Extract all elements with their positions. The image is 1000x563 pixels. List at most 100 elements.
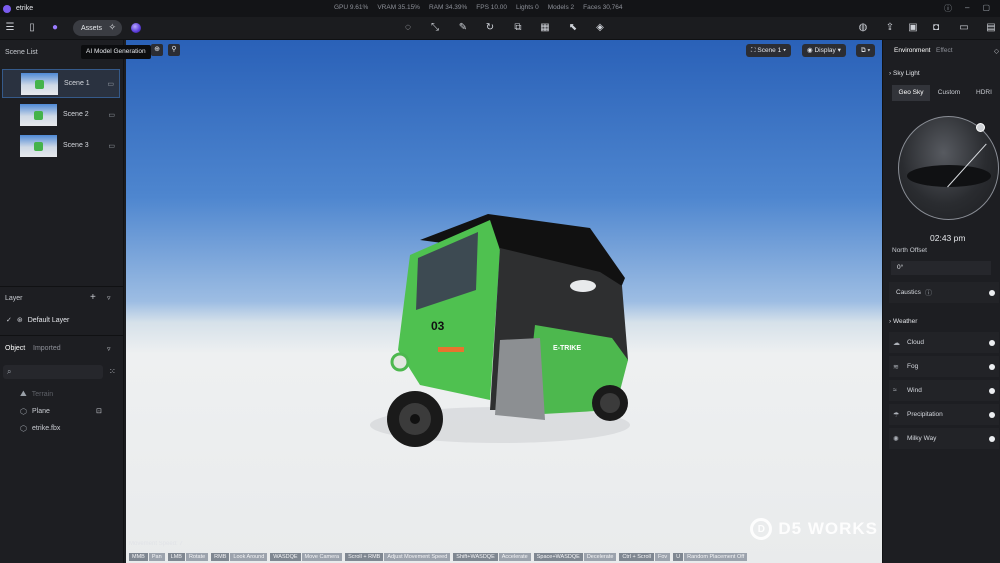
scene-thumbnail <box>21 72 58 95</box>
weather-label: Milky Way <box>907 435 937 442</box>
shortcut-action: Move Camera <box>301 553 343 561</box>
tab-environment[interactable]: Environment <box>894 47 931 54</box>
render-icon[interactable]: ▤ <box>985 22 997 34</box>
select-icon[interactable]: ⬉ <box>567 22 579 34</box>
grid-view-icon[interactable]: ⁙ <box>109 367 116 376</box>
tree-item-plane[interactable]: ⬡ Plane <box>20 407 50 416</box>
weather-wind-row: ≈ Wind <box>889 380 999 401</box>
performance-stats: GPU 9.61% VRAM 35.15% RAM 34.39% FPS 10.… <box>334 4 623 11</box>
tree-item-terrain[interactable]: ⛰ Terrain <box>20 389 53 399</box>
camera-icon[interactable]: ▭ <box>107 80 114 88</box>
scene-selector[interactable]: ⛶ Scene 1 ▾ <box>746 44 792 57</box>
shortcut-action: Rotate <box>185 553 209 561</box>
file-icon[interactable]: ▯ <box>26 22 38 34</box>
object-search-input[interactable]: ⌕ <box>3 365 103 379</box>
weather-label: Cloud <box>907 339 924 346</box>
texture-icon[interactable]: ▦ <box>539 22 551 34</box>
camera-icon[interactable]: ◘ <box>930 22 942 34</box>
layers-icon[interactable]: ◈ <box>594 22 606 34</box>
stat-fps: FPS 10.00 <box>476 4 507 11</box>
cube-icon: ⬡ <box>20 407 27 416</box>
ai-icon[interactable]: ● <box>49 22 61 34</box>
layer-menu-icon[interactable]: ▿ <box>107 294 111 302</box>
shortcut-hint: WASDQE Move Camera <box>270 553 343 561</box>
tab-object[interactable]: Object <box>5 345 25 352</box>
app-logo-icon <box>3 4 11 13</box>
bag-icon[interactable]: ▣ <box>907 22 919 34</box>
cloud-toggle[interactable] <box>989 339 995 346</box>
d5-orb-icon[interactable] <box>131 23 141 33</box>
etrike-model[interactable]: 03 E-TRIKE <box>350 210 640 455</box>
share-icon[interactable]: ⇪ <box>884 22 896 34</box>
fog-toggle[interactable] <box>989 363 995 370</box>
shortcut-key: MMB <box>129 553 148 561</box>
maximize-icon[interactable]: ▢ <box>982 3 990 14</box>
add-layer-icon[interactable]: + <box>90 292 96 303</box>
view-options-dropdown[interactable]: ⧉ ▾ <box>856 44 876 57</box>
tree-item-label: etrike.fbx <box>31 425 61 432</box>
divider <box>0 335 124 336</box>
shortcut-hint: Space+WASDQE Decelerate <box>533 553 617 561</box>
tab-custom[interactable]: Custom <box>930 85 968 101</box>
weather-label: Wind <box>907 387 922 394</box>
check-icon[interactable]: ✓ <box>6 316 12 324</box>
d5-works-watermark: D D5 WORKS <box>750 518 878 540</box>
milky-way-toggle[interactable] <box>989 435 995 442</box>
path-tool-icon[interactable]: ⤡ <box>429 22 441 34</box>
vr-icon[interactable]: ◍ <box>857 22 869 34</box>
stat-lights: Lights 0 <box>515 4 539 11</box>
rotate-icon[interactable]: ↻ <box>484 22 496 34</box>
help-icon[interactable]: ⓘ <box>944 3 952 14</box>
visibility-icon[interactable]: ⊛ <box>17 316 23 324</box>
shortcut-action: Pan <box>148 553 165 561</box>
weather-cloud-row: ☁ Cloud <box>889 332 999 353</box>
scene-label: Scene 2 <box>63 111 89 118</box>
scene-item-1[interactable]: Scene 1 ▭ <box>2 69 120 98</box>
info-icon[interactable]: ⓘ <box>925 288 932 298</box>
time-of-day[interactable]: 02:43 pm <box>930 233 965 243</box>
camera-icon[interactable]: ▭ <box>108 111 115 119</box>
wind-toggle[interactable] <box>989 387 995 394</box>
camera-icon[interactable]: ▭ <box>108 142 115 150</box>
tab-imported[interactable]: Imported <box>33 345 61 352</box>
galaxy-icon: ✺ <box>893 435 899 443</box>
ai-sparkle-icon[interactable]: ✧ <box>108 22 116 33</box>
tree-item-label: Terrain <box>31 390 54 398</box>
shortcut-action: Accelerate <box>498 553 531 561</box>
light-bulb-icon[interactable]: ◌ <box>402 22 414 34</box>
tab-effect[interactable]: Effect <box>936 47 953 54</box>
brush-icon[interactable]: ✎ <box>457 22 469 34</box>
stat-ram: RAM 34.39% <box>428 4 468 11</box>
weather-title: › Weather <box>889 318 918 325</box>
scatter-icon[interactable]: ⧉ <box>512 22 524 34</box>
menu-icon[interactable]: ☰ <box>4 22 16 34</box>
3d-viewport[interactable]: ⊕ ⚲ ⛶ Scene 1 ▾ ◉ Display ▾ ⧉ ▾ 03 E-TRI… <box>126 40 882 563</box>
scene-item-2[interactable]: Scene 2 ▭ <box>2 100 120 129</box>
object-menu-icon[interactable]: ▿ <box>107 345 111 353</box>
tool-icon[interactable]: ⚲ <box>168 44 180 56</box>
north-offset-input[interactable]: 0° <box>891 261 991 275</box>
lock-icon[interactable]: ⊡ <box>96 407 102 415</box>
tab-hdri[interactable]: HDRI <box>968 85 1000 101</box>
precipitation-toggle[interactable] <box>989 411 995 418</box>
weather-label: Precipitation <box>907 411 943 418</box>
sun-handle[interactable] <box>976 123 985 132</box>
caustics-toggle[interactable] <box>989 289 995 296</box>
tree-item-etrike[interactable]: ⬡ etrike.fbx <box>20 424 60 433</box>
scene-item-3[interactable]: Scene 3 ▭ <box>2 131 120 160</box>
sun-position-dome[interactable] <box>898 116 999 220</box>
tab-geo-sky[interactable]: Geo Sky <box>892 85 930 101</box>
wind-icon: ≈ <box>893 387 897 394</box>
divider <box>0 286 124 287</box>
shortcut-action: Decelerate <box>583 553 617 561</box>
video-icon[interactable]: ▭ <box>958 22 970 34</box>
scene-selector-label: Scene 1 <box>757 47 782 54</box>
tree-item-label: Plane <box>31 408 50 415</box>
minimize-icon[interactable]: – <box>965 3 969 14</box>
display-dropdown[interactable]: ◉ Display ▾ <box>802 44 846 57</box>
globe-icon[interactable]: ⊕ <box>151 44 163 56</box>
pin-icon[interactable]: ◇ <box>994 47 999 55</box>
assets-button[interactable]: Assets ✧ <box>73 20 122 36</box>
weather-label: Weather <box>892 318 918 325</box>
layer-row-default[interactable]: ✓ ⊛ Default Layer <box>6 316 69 325</box>
